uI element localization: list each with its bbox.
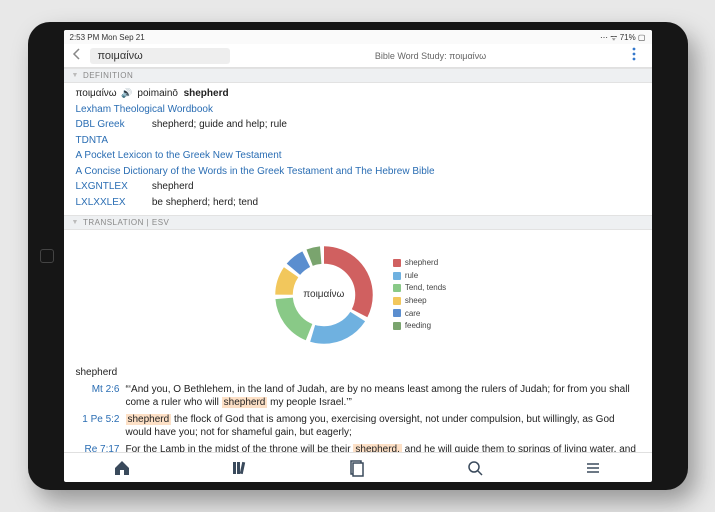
read-icon [348, 459, 366, 477]
definition-body: ποιμαίνω 🔊 poimainō shepherd Lexham Theo… [64, 83, 652, 215]
translation-heading: shepherd [76, 366, 640, 381]
tab-search[interactable] [466, 459, 484, 477]
verse-ref[interactable]: 1 Pe 5:2 [76, 413, 120, 440]
tab-menu[interactable] [584, 459, 602, 477]
status-left: 2:53 PM Mon Sep 21 [70, 33, 145, 42]
verse-ref[interactable]: Re 7:17 [76, 443, 120, 453]
legend-item[interactable]: care [393, 308, 446, 320]
tab-read[interactable] [348, 459, 366, 477]
lexicon-entry[interactable]: LXLXXLEX be shepherd; herd; tend [76, 196, 640, 211]
legend-item[interactable]: sheep [393, 295, 446, 307]
section-title: TRANSLATION | ESV [83, 218, 169, 227]
lexicon-entry[interactable]: DBL Greek shepherd; guide and help; rule [76, 118, 640, 133]
lexicon-entry[interactable]: LXGNTLEX shepherd [76, 180, 640, 195]
legend-item[interactable]: shepherd [393, 257, 446, 269]
section-header-definition[interactable]: ▼ DEFINITION [64, 68, 652, 83]
donut-chart[interactable]: ποιμαίνω [269, 240, 379, 350]
legend-item[interactable]: rule [393, 270, 446, 282]
donut-center-label: ποιμαίνω [269, 240, 379, 350]
search-input[interactable]: ποιμαίνω [90, 48, 230, 64]
page-title: Bible Word Study: ποιμαίνω [236, 51, 626, 61]
disclosure-icon: ▼ [72, 219, 79, 226]
lexicon-entry[interactable]: Lexham Theological Wordbook [76, 103, 640, 118]
verse-row: Re 7:17 For the Lamb in the midst of the … [76, 443, 640, 453]
lexicon-entry[interactable]: A Concise Dictionary of the Words in the… [76, 165, 640, 180]
tab-home[interactable] [113, 459, 131, 477]
back-button[interactable] [70, 48, 84, 63]
menu-icon [584, 459, 602, 477]
content-scroll[interactable]: ▼ DEFINITION ποιμαίνω 🔊 poimainō shepher… [64, 68, 652, 452]
home-button-hardware[interactable] [40, 249, 54, 263]
tablet-frame: 2:53 PM Mon Sep 21 ⋯ ᯤ 71% ▢ ποιμαίνω Bi… [28, 22, 688, 490]
home-icon [113, 459, 131, 477]
verse-text: “‘And you, O Bethlehem, in the land of J… [126, 383, 640, 410]
more-button[interactable] [632, 47, 646, 64]
verse-ref[interactable]: Mt 2:6 [76, 383, 120, 410]
audio-icon[interactable]: 🔊 [121, 88, 132, 98]
chart-legend: shepherdruleTend, tendssheepcarefeeding [393, 257, 446, 333]
section-header-translation[interactable]: ▼ TRANSLATION | ESV [64, 215, 652, 230]
lexicon-entry[interactable]: A Pocket Lexicon to the Greek New Testam… [76, 149, 640, 164]
section-title: DEFINITION [83, 71, 133, 80]
top-bar: ποιμαίνω Bible Word Study: ποιμαίνω [64, 44, 652, 68]
disclosure-icon: ▼ [72, 72, 79, 79]
headword-gloss: shepherd [184, 88, 229, 99]
status-bar: 2:53 PM Mon Sep 21 ⋯ ᯤ 71% ▢ [64, 30, 652, 44]
legend-item[interactable]: Tend, tends [393, 282, 446, 294]
verse-text: shepherd the flock of God that is among … [126, 413, 640, 440]
verse-row: 1 Pe 5:2shepherd the flock of God that i… [76, 413, 640, 440]
tab-library[interactable] [231, 459, 249, 477]
more-vertical-icon [632, 47, 636, 61]
translation-chart: ποιμαίνω shepherdruleTend, tendssheepcar… [76, 234, 640, 360]
tab-bar [64, 452, 652, 482]
lexicon-entry[interactable]: TDNTA [76, 134, 640, 149]
headword-translit: poimainō [137, 88, 178, 99]
verse-text: For the Lamb in the midst of the throne … [126, 443, 640, 453]
search-icon [466, 459, 484, 477]
verse-row: Mt 2:6“‘And you, O Bethlehem, in the lan… [76, 383, 640, 410]
status-right: ⋯ ᯤ 71% ▢ [600, 32, 646, 43]
legend-item[interactable]: feeding [393, 320, 446, 332]
library-icon [231, 459, 249, 477]
chevron-left-icon [72, 48, 82, 60]
translation-body: ποιμαίνω shepherdruleTend, tendssheepcar… [64, 230, 652, 452]
headword-line: ποιμαίνω 🔊 poimainō shepherd [76, 87, 640, 102]
headword-greek: ποιμαίνω [76, 88, 117, 99]
screen: 2:53 PM Mon Sep 21 ⋯ ᯤ 71% ▢ ποιμαίνω Bi… [64, 30, 652, 482]
